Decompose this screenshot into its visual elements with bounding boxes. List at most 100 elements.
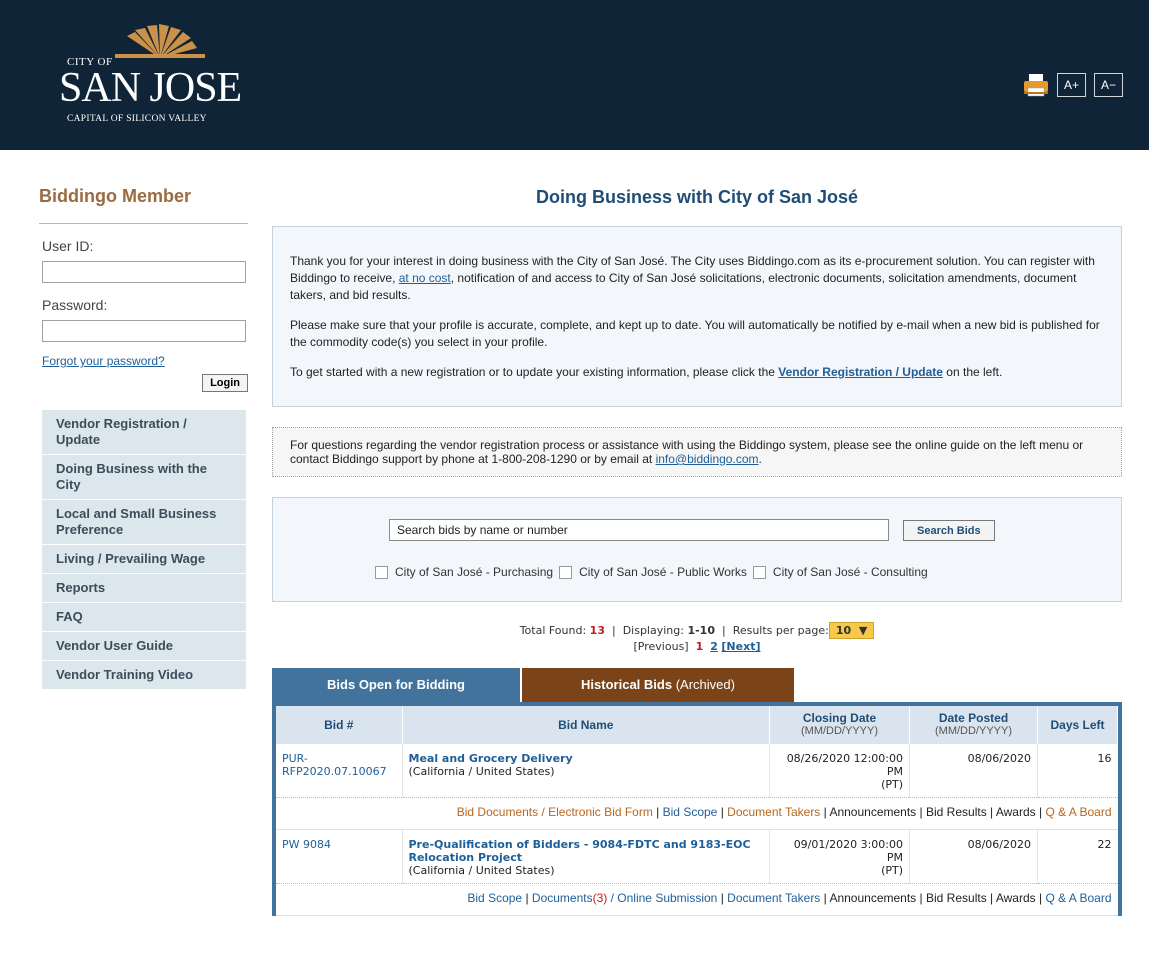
page-2-link[interactable]: 2 xyxy=(710,640,718,653)
page-1-current: 1 xyxy=(695,640,704,653)
user-id-input[interactable] xyxy=(42,261,246,283)
filter-consulting-checkbox[interactable] xyxy=(752,565,766,579)
documents-link[interactable]: Documents(3) / Online Submission xyxy=(532,891,717,905)
font-decrease-button[interactable]: A− xyxy=(1093,73,1123,97)
qa-board-link[interactable]: Q & A Board xyxy=(1045,891,1111,905)
displaying-range: 1-10 xyxy=(687,624,715,637)
document-takers-link[interactable]: Document Takers xyxy=(727,891,820,905)
site-header: CITY OF SAN JOSE CAPITAL OF SILICON VALL… xyxy=(0,0,1149,150)
intro-paragraph-3: To get started with a new registration o… xyxy=(290,364,1104,381)
bid-documents-link[interactable]: Bid Documents / Electronic Bid Form xyxy=(457,805,653,819)
bid-number-link[interactable]: PW 9084 xyxy=(276,829,403,884)
sidebar-item-vendor-registration[interactable]: Vendor Registration / Update xyxy=(42,410,246,455)
results-per-page-label: Results per page: xyxy=(732,624,829,637)
awards-link[interactable]: Awards xyxy=(996,805,1036,819)
bid-results-link[interactable]: Bid Results xyxy=(926,805,987,819)
bid-results-link[interactable]: Bid Results xyxy=(926,891,987,905)
support-email-link[interactable]: info@biddingo.com xyxy=(656,452,759,466)
results-per-page-select[interactable]: 10 ▼ xyxy=(828,622,875,639)
sidebar-item-training-video[interactable]: Vendor Training Video xyxy=(42,661,246,690)
sidebar: Biddingo Member User ID: Password: Forgo… xyxy=(37,150,250,690)
bids-table-container: Bid # Bid Name Closing Date (MM/DD/YYYY) … xyxy=(272,702,1122,916)
search-filters: City of San José - Purchasing City of Sa… xyxy=(375,565,934,579)
login-button[interactable]: Login xyxy=(202,374,248,392)
user-id-label: User ID: xyxy=(42,238,94,254)
bid-number-link[interactable]: PUR-RFP2020.07.10067 xyxy=(276,744,403,798)
sidebar-item-reports[interactable]: Reports xyxy=(42,574,246,603)
days-left: 16 xyxy=(1037,744,1118,798)
print-icon[interactable] xyxy=(1023,73,1049,97)
search-input[interactable]: Search bids by name or number xyxy=(389,519,889,541)
sidebar-item-user-guide[interactable]: Vendor User Guide xyxy=(42,632,246,661)
vendor-registration-link[interactable]: Vendor Registration / Update xyxy=(778,365,943,379)
bid-name-link[interactable]: Pre-Qualification of Bidders - 9084-FDTC… xyxy=(409,838,764,864)
pagination: Total Found: 13 | Displaying: 1-10 | Res… xyxy=(272,622,1122,654)
col-date-posted[interactable]: Date Posted (MM/DD/YYYY) xyxy=(909,706,1038,744)
page-links: [Previous] 1 2 [Next] xyxy=(272,639,1122,654)
bid-links-row: Bid Scope | Documents(3) / Online Submis… xyxy=(276,883,1118,916)
sidebar-title: Biddingo Member xyxy=(39,186,191,206)
table-row: PUR-RFP2020.07.10067 Meal and Grocery De… xyxy=(276,744,1118,798)
tab-open-bids[interactable]: Bids Open for Bidding xyxy=(272,668,520,702)
sidebar-item-faq[interactable]: FAQ xyxy=(42,603,246,632)
filter-public-works-checkbox[interactable] xyxy=(559,565,573,579)
online-submission-label: / Online Submission xyxy=(610,891,718,905)
filter-public-works-label: City of San José - Public Works xyxy=(579,565,747,579)
sun-rays-icon xyxy=(115,24,205,58)
previous-page-link[interactable]: [Previous] xyxy=(634,640,689,653)
bid-scope-link[interactable]: Bid Scope xyxy=(663,805,718,819)
search-panel: Search bids by name or number Search Bid… xyxy=(272,497,1122,602)
chevron-down-icon: ▼ xyxy=(858,624,868,637)
col-posted-label: Date Posted xyxy=(938,711,1009,725)
awards-link[interactable]: Awards xyxy=(996,891,1036,905)
qa-board-link[interactable]: Q & A Board xyxy=(1045,805,1111,819)
bid-name-cell: Pre-Qualification of Bidders - 9084-FDTC… xyxy=(402,830,770,884)
col-closing-date[interactable]: Closing Date (MM/DD/YYYY) xyxy=(769,706,910,744)
header-tools: A+ A− xyxy=(1023,73,1123,97)
col-closing-label: Closing Date xyxy=(802,711,877,725)
date-posted: 08/06/2020 xyxy=(909,829,1038,884)
logo-name: SAN JOSE xyxy=(59,65,242,111)
bid-links-row: Bid Documents / Electronic Bid Form | Bi… xyxy=(276,797,1118,830)
support-panel: For questions regarding the vendor regis… xyxy=(272,427,1122,477)
bid-scope-link[interactable]: Bid Scope xyxy=(467,891,522,905)
document-takers-link[interactable]: Document Takers xyxy=(727,805,820,819)
bid-location: (California / United States) xyxy=(408,864,555,877)
sidebar-item-local-small-business[interactable]: Local and Small Business Preference xyxy=(42,500,246,545)
tab-historical-bids[interactable]: Historical Bids (Archived) xyxy=(522,668,794,702)
col-bid-no[interactable]: Bid # xyxy=(276,706,403,744)
closing-date-cell: 09/01/2020 3:00:00 PM (PT) xyxy=(769,829,910,884)
intro-text: To get started with a new registration o… xyxy=(290,365,779,379)
announcements-link[interactable]: Announcements xyxy=(829,891,916,905)
bid-tabs: Bids Open for Bidding Historical Bids (A… xyxy=(272,668,1122,702)
date-posted: 08/06/2020 xyxy=(909,744,1038,798)
tab-historical-suffix: (Archived) xyxy=(675,677,735,692)
no-cost-link[interactable]: at no cost xyxy=(399,271,451,285)
filter-purchasing-checkbox[interactable] xyxy=(375,565,388,579)
password-input[interactable] xyxy=(42,320,246,342)
documents-count: (3) xyxy=(592,891,608,905)
logo-tagline: CAPITAL OF SILICON VALLEY xyxy=(67,114,207,124)
sidebar-item-prevailing-wage[interactable]: Living / Prevailing Wage xyxy=(42,545,246,574)
support-end: . xyxy=(758,452,762,466)
bid-links: Bid Scope | Documents(3) / Online Submis… xyxy=(276,883,1118,916)
documents-label: Documents xyxy=(531,891,593,905)
next-page-link[interactable]: [Next] xyxy=(721,640,760,653)
login-row: Login xyxy=(37,374,248,392)
city-logo[interactable]: CITY OF SAN JOSE CAPITAL OF SILICON VALL… xyxy=(55,24,255,134)
bid-name-link[interactable]: Meal and Grocery Delivery xyxy=(409,752,764,765)
announcements-link[interactable]: Announcements xyxy=(829,805,916,819)
days-left: 22 xyxy=(1037,829,1118,884)
total-count: 13 xyxy=(589,624,605,637)
forgot-password-link[interactable]: Forgot your password? xyxy=(42,354,250,368)
intro-paragraph-2: Please make sure that your profile is ac… xyxy=(290,318,1100,349)
sidebar-divider xyxy=(39,223,248,224)
col-bid-name[interactable]: Bid Name xyxy=(402,706,770,744)
search-bids-button[interactable]: Search Bids xyxy=(903,520,995,541)
col-days-left[interactable]: Days Left xyxy=(1037,706,1118,744)
sidebar-item-doing-business[interactable]: Doing Business with the City xyxy=(42,455,246,500)
results-summary: Total Found: 13 | Displaying: 1-10 | Res… xyxy=(272,622,1122,639)
closing-date-cell: 08/26/2020 12:00:00 PM (PT) xyxy=(769,744,910,798)
sidebar-menu: Vendor Registration / Update Doing Busin… xyxy=(42,410,246,690)
font-increase-button[interactable]: A+ xyxy=(1056,73,1086,97)
